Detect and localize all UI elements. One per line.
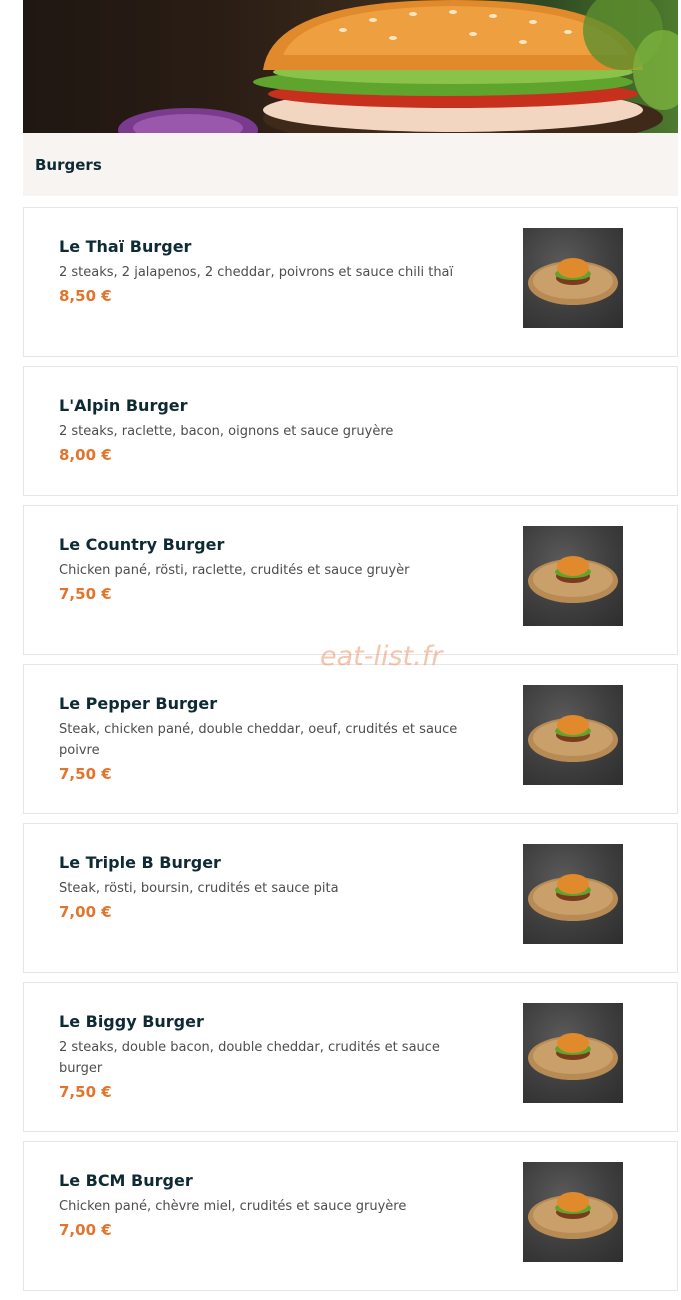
menu-item[interactable]: Le Pepper Burger Steak, chicken pané, do… bbox=[23, 664, 678, 814]
item-price: 7,50 € bbox=[59, 585, 112, 603]
item-name: Le BCM Burger bbox=[59, 1171, 193, 1190]
burger-photo bbox=[523, 844, 623, 944]
menu-item[interactable]: L'Alpin Burger 2 steaks, raclette, bacon… bbox=[23, 366, 678, 496]
item-name: Le Pepper Burger bbox=[59, 694, 218, 713]
item-price: 8,00 € bbox=[59, 446, 112, 464]
menu-item[interactable]: Le BCM Burger Chicken pané, chèvre miel,… bbox=[23, 1141, 678, 1291]
burger-photo bbox=[523, 1003, 623, 1103]
item-name: Le Thaï Burger bbox=[59, 237, 192, 256]
item-price: 7,50 € bbox=[59, 765, 112, 783]
item-name: Le Country Burger bbox=[59, 535, 225, 554]
menu-item[interactable]: Le Thaï Burger 2 steaks, 2 jalapenos, 2 … bbox=[23, 207, 678, 357]
item-price: 7,00 € bbox=[59, 1221, 112, 1239]
burger-photo bbox=[523, 685, 623, 785]
item-description: 2 steaks, double bacon, double cheddar, … bbox=[59, 1040, 440, 1076]
burger-photo bbox=[523, 526, 623, 626]
item-name: Le Biggy Burger bbox=[59, 1012, 204, 1031]
menu-item[interactable]: Le Country Burger Chicken pané, rösti, r… bbox=[23, 505, 678, 655]
section-title: Burgers bbox=[23, 133, 678, 196]
item-description: 2 steaks, raclette, bacon, oignons et sa… bbox=[59, 424, 394, 439]
item-price: 8,50 € bbox=[59, 287, 112, 305]
menu-list: Le Thaï Burger 2 steaks, 2 jalapenos, 2 … bbox=[23, 207, 678, 1291]
item-description: 2 steaks, 2 jalapenos, 2 cheddar, poivro… bbox=[59, 265, 454, 280]
item-description: Steak, chicken pané, double cheddar, oeu… bbox=[59, 722, 458, 758]
item-price: 7,50 € bbox=[59, 1083, 112, 1101]
item-description: Chicken pané, chèvre miel, crudités et s… bbox=[59, 1199, 407, 1214]
burger-photo bbox=[523, 1162, 623, 1262]
menu-item[interactable]: Le Biggy Burger 2 steaks, double bacon, … bbox=[23, 982, 678, 1132]
item-name: L'Alpin Burger bbox=[59, 396, 188, 415]
watermark-text: eat-list.fr bbox=[320, 641, 443, 672]
item-description: Chicken pané, rösti, raclette, crudités … bbox=[59, 563, 410, 578]
item-price: 7,00 € bbox=[59, 903, 112, 921]
hero-burger-image bbox=[23, 0, 678, 133]
menu-item[interactable]: Le Triple B Burger Steak, rösti, boursin… bbox=[23, 823, 678, 973]
item-description: Steak, rösti, boursin, crudités et sauce… bbox=[59, 881, 339, 896]
burger-photo bbox=[523, 228, 623, 328]
item-name: Le Triple B Burger bbox=[59, 853, 221, 872]
